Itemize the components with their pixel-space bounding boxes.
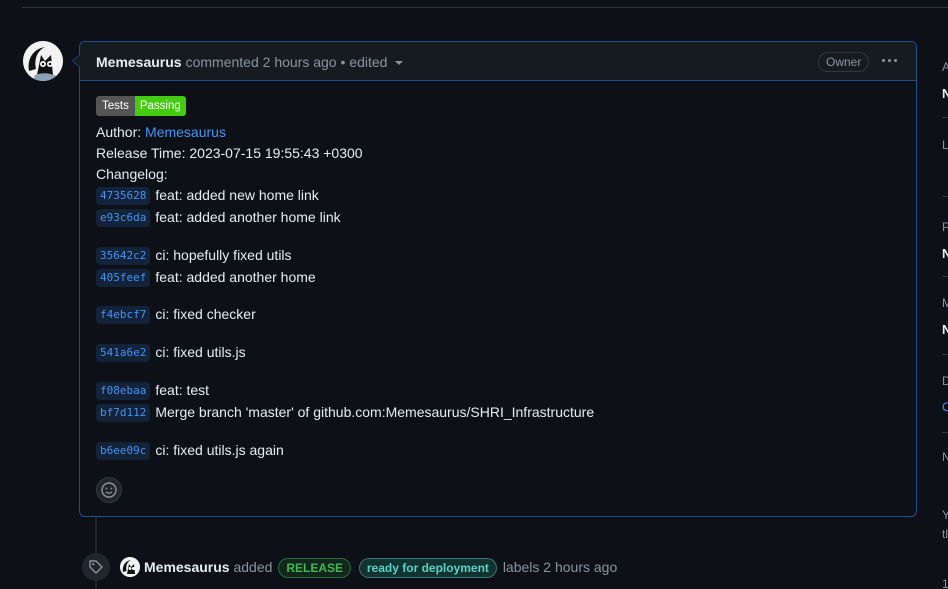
commit-message: feat: added new home link	[155, 187, 319, 203]
sidebar-link[interactable]: C	[942, 400, 948, 414]
sidebar-divider	[942, 196, 948, 197]
author-line: Author: Memesaurus	[96, 124, 226, 140]
owner-badge: Owner	[818, 52, 870, 72]
add-reaction-button[interactable]	[96, 477, 122, 503]
commit-sha-link[interactable]: f4ebcf7	[96, 306, 151, 324]
commit-message: feat: added another home link	[155, 209, 341, 225]
event-action: added	[233, 559, 273, 575]
sidebar-heading: L	[942, 138, 948, 152]
commit-sha-link[interactable]: bf7d112	[96, 404, 151, 422]
chevron-down-icon	[395, 61, 404, 66]
commit-row: 4735628 feat: added new home link	[96, 187, 319, 205]
commit-row: bf7d112 Merge branch 'master' of github.c…	[96, 404, 594, 422]
commit-message: ci: fixed utils.js	[155, 344, 246, 360]
cat-avatar-icon	[120, 557, 140, 577]
release-time-line: Release Time: 2023-07-15 19:55:43 +0300	[96, 145, 363, 161]
sidebar-divider	[942, 276, 948, 277]
event-author-link[interactable]: Memesaurus	[144, 559, 230, 575]
commit-row: f08ebaa feat: test	[96, 382, 209, 400]
tag-icon	[89, 560, 103, 574]
event-author-avatar[interactable]	[120, 557, 140, 577]
sidebar-divider	[942, 354, 948, 355]
sidebar-divider	[942, 432, 948, 433]
more-options-icon[interactable]	[880, 50, 900, 70]
commit-sha-link[interactable]: b6ee09c	[96, 442, 151, 460]
top-divider	[22, 7, 948, 8]
sidebar-value: N	[942, 86, 948, 101]
commit-row: f4ebcf7 ci: fixed checker	[96, 306, 256, 324]
commit-row: 35642c2 ci: hopefully fixed utils	[96, 247, 292, 265]
sidebar-heading: P	[942, 220, 948, 234]
commit-row: 541a6e2 ci: fixed utils.js	[96, 344, 246, 362]
label-ready-for-deployment[interactable]: ready for deployment	[358, 558, 497, 578]
sidebar-divider	[942, 117, 948, 118]
comment-header: Memesaurus commented 2 hours ago • edited…	[72, 42, 916, 81]
author-line-label: Author:	[96, 124, 142, 140]
sidebar-heading: D	[942, 374, 948, 388]
sidebar-note: Y	[942, 508, 948, 522]
sidebar-value: N	[942, 322, 948, 337]
label-event-marker	[82, 553, 110, 581]
right-sidebar-fragment: A N L P N M N D C N Y tl 1	[936, 0, 948, 589]
commit-message: Merge branch 'master' of github.com:Meme…	[155, 404, 595, 420]
sidebar-heading: N	[942, 450, 948, 464]
cat-avatar-icon	[23, 41, 63, 81]
sidebar-note: tl	[942, 527, 948, 541]
commit-sha-link[interactable]: f08ebaa	[96, 382, 151, 400]
event-suffix: labels 2 hours ago	[502, 559, 618, 575]
comment-author-link[interactable]: Memesaurus	[96, 54, 182, 70]
commit-message: ci: fixed checker	[155, 306, 256, 322]
comment-action: commented	[185, 54, 259, 70]
comment-time[interactable]: 2 hours ago	[263, 54, 337, 70]
commit-sha-link[interactable]: 35642c2	[96, 247, 151, 265]
commit-sha-link[interactable]: 405feef	[96, 269, 151, 287]
label-event-text: Memesaurus added RELEASE ready for deplo…	[144, 558, 617, 578]
badge-label: Tests	[96, 96, 135, 116]
release-comment: Memesaurus commented 2 hours ago • edited…	[72, 41, 917, 517]
commit-message: ci: fixed utils.js again	[155, 442, 284, 458]
author-avatar[interactable]	[23, 41, 63, 81]
commit-row: b6ee09c ci: fixed utils.js again	[96, 442, 284, 460]
commit-sha-link[interactable]: 4735628	[96, 187, 151, 205]
sidebar-count: 1	[942, 577, 948, 589]
meta-separator: •	[340, 54, 346, 70]
comment-caret	[72, 54, 80, 68]
commit-message: feat: test	[155, 382, 210, 398]
sidebar-heading: A	[942, 60, 948, 74]
commit-message: feat: added another home	[155, 269, 316, 285]
edited-dropdown[interactable]: edited	[349, 54, 404, 70]
comment-meta: Memesaurus commented 2 hours ago • edited	[96, 54, 404, 70]
commit-row: e93c6da feat: added another home link	[96, 209, 341, 227]
commit-sha-link[interactable]: 541a6e2	[96, 344, 151, 362]
edited-label: edited	[349, 54, 388, 70]
label-release[interactable]: RELEASE	[278, 558, 351, 578]
author-line-link[interactable]: Memesaurus	[145, 124, 226, 140]
commit-message: ci: hopefully fixed utils	[155, 247, 292, 263]
commit-row: 405feef feat: added another home	[96, 269, 316, 287]
sidebar-value: N	[942, 246, 948, 261]
smiley-icon	[101, 482, 117, 498]
sidebar-heading: M	[942, 296, 948, 310]
changelog-title: Changelog:	[96, 166, 168, 182]
commit-sha-link[interactable]: e93c6da	[96, 209, 151, 227]
badge-status: Passing	[134, 96, 186, 116]
tests-status-badge: Tests Passing	[96, 96, 186, 116]
